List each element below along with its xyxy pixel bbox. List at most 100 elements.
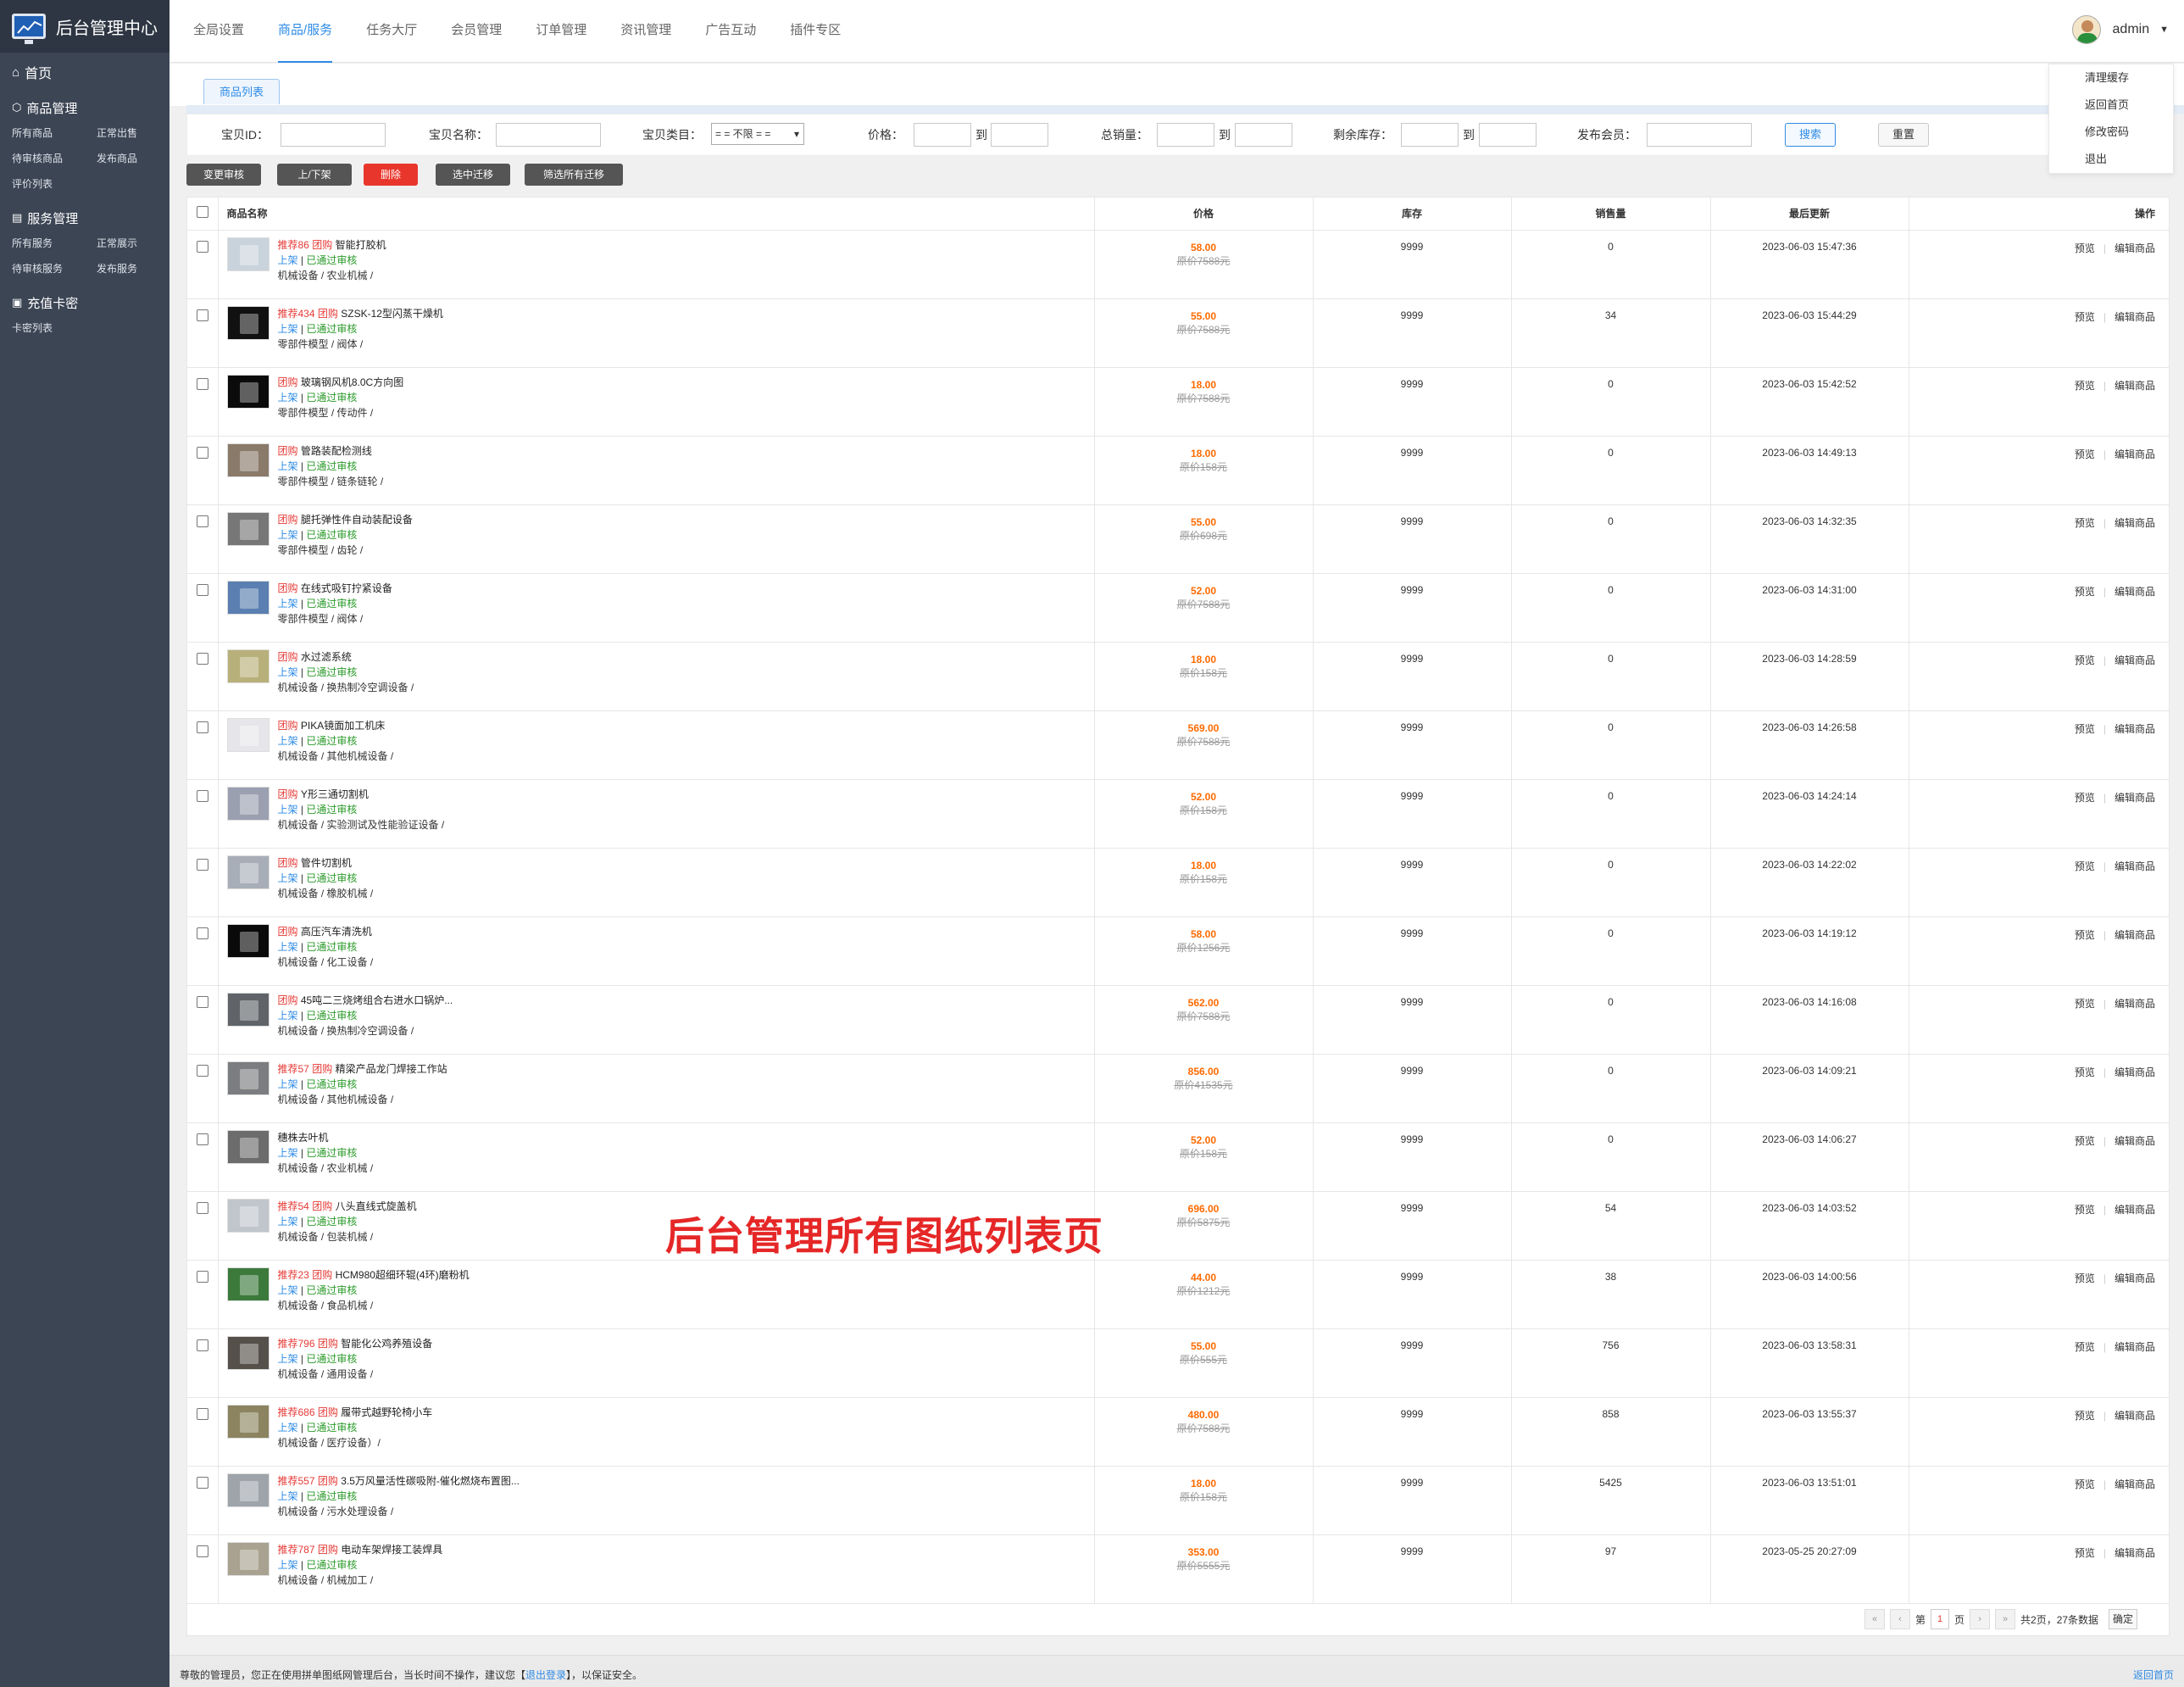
topnav-item[interactable]: 广告互动 [705, 0, 756, 63]
last-page-button[interactable]: » [1995, 1609, 2016, 1629]
sidebar-item[interactable]: 正常出售 [97, 120, 181, 146]
sidebar-item[interactable]: 评价列表 [12, 171, 97, 197]
sidebar-section-0[interactable]: ⬡ 商品管理 [0, 95, 169, 120]
product-name[interactable]: Y形三通切割机 [301, 788, 369, 800]
product-thumbnail[interactable] [226, 1198, 270, 1233]
delete-button[interactable]: 删除 [364, 164, 418, 186]
user-menu-item[interactable]: 修改密码 [2049, 119, 2173, 146]
sales-max-input[interactable] [1235, 123, 1292, 147]
sidebar-item[interactable]: 正常展示 [97, 231, 181, 256]
user-menu-item[interactable]: 返回首页 [2049, 92, 2173, 119]
on-shelf-label[interactable]: 上架 [278, 254, 298, 266]
on-shelf-label[interactable]: 上架 [278, 1216, 298, 1228]
product-name[interactable]: 45吨二三烧烤组合右进水口锅炉... [301, 994, 453, 1006]
topnav-item[interactable]: 商品/服务 [278, 0, 333, 63]
product-thumbnail[interactable] [226, 305, 270, 340]
name-input[interactable] [496, 123, 601, 147]
row-checkbox[interactable] [196, 858, 208, 871]
product-thumbnail[interactable] [226, 1267, 270, 1301]
product-thumbnail[interactable] [226, 374, 270, 409]
sidebar-item[interactable]: 所有服务 [12, 231, 97, 256]
row-checkbox[interactable] [196, 515, 208, 527]
on-shelf-label[interactable]: 上架 [278, 323, 298, 335]
product-name[interactable]: 3.5万风量活性碳吸附-催化燃烧布置图... [341, 1475, 520, 1487]
preview-link[interactable]: 预览 [2075, 792, 2095, 804]
price-min-input[interactable] [914, 123, 971, 147]
product-thumbnail[interactable] [226, 855, 270, 889]
product-thumbnail[interactable] [226, 1335, 270, 1370]
product-name[interactable]: PIKA镜面加工机床 [301, 720, 385, 732]
product-thumbnail[interactable] [226, 443, 270, 477]
product-name[interactable]: 智能打胶机 [336, 239, 386, 251]
row-checkbox[interactable] [196, 446, 208, 459]
row-checkbox[interactable] [196, 583, 208, 596]
tab-product-list[interactable]: 商品列表 [203, 79, 280, 104]
row-checkbox[interactable] [196, 1133, 208, 1145]
sidebar-item[interactable]: 卡密列表 [12, 315, 97, 341]
product-thumbnail[interactable] [226, 237, 270, 271]
caret-down-icon[interactable]: ▼ [2159, 25, 2169, 35]
reset-button[interactable]: 重置 [1878, 123, 1929, 147]
edit-link[interactable]: 编辑商品 [2115, 517, 2155, 529]
topnav-item[interactable]: 插件专区 [790, 0, 841, 63]
edit-link[interactable]: 编辑商品 [2115, 1341, 2155, 1353]
on-shelf-label[interactable]: 上架 [278, 1559, 298, 1571]
page-input[interactable]: 1 [1931, 1609, 1950, 1629]
edit-link[interactable]: 编辑商品 [2115, 1066, 2155, 1078]
row-checkbox[interactable] [196, 1270, 208, 1283]
row-checkbox[interactable] [196, 377, 208, 390]
user-menu[interactable]: admin ▼ [2071, 15, 2169, 44]
preview-link[interactable]: 预览 [2075, 1272, 2095, 1284]
edit-link[interactable]: 编辑商品 [2115, 1204, 2155, 1216]
edit-link[interactable]: 编辑商品 [2115, 1410, 2155, 1422]
product-thumbnail[interactable] [226, 786, 270, 821]
product-thumbnail[interactable] [226, 1129, 270, 1164]
on-shelf-label[interactable]: 上架 [278, 460, 298, 472]
user-name[interactable]: admin [2113, 22, 2150, 37]
product-name[interactable]: SZSK-12型闪蒸干燥机 [341, 308, 443, 320]
edit-link[interactable]: 编辑商品 [2115, 380, 2155, 392]
id-input[interactable] [281, 123, 386, 147]
user-menu-item[interactable]: 退出 [2049, 146, 2173, 173]
edit-link[interactable]: 编辑商品 [2115, 448, 2155, 460]
product-thumbnail[interactable] [226, 1404, 270, 1439]
row-checkbox[interactable] [196, 1201, 208, 1214]
product-name[interactable]: 水过滤系统 [301, 651, 352, 663]
edit-link[interactable]: 编辑商品 [2115, 792, 2155, 804]
preview-link[interactable]: 预览 [2075, 1204, 2095, 1216]
product-thumbnail[interactable] [226, 1473, 270, 1507]
on-shelf-label[interactable]: 上架 [278, 1010, 298, 1022]
edit-link[interactable]: 编辑商品 [2115, 1135, 2155, 1147]
product-thumbnail[interactable] [226, 1061, 270, 1095]
avatar[interactable] [2071, 15, 2101, 44]
row-checkbox[interactable] [196, 240, 208, 253]
preview-link[interactable]: 预览 [2075, 517, 2095, 529]
price-max-input[interactable] [991, 123, 1048, 147]
preview-link[interactable]: 预览 [2075, 1410, 2095, 1422]
edit-link[interactable]: 编辑商品 [2115, 723, 2155, 735]
stock-max-input[interactable] [1479, 123, 1537, 147]
product-name[interactable]: 高压汽车清洗机 [301, 926, 372, 938]
product-name[interactable]: 腿托弹性件自动装配设备 [301, 514, 413, 526]
product-name[interactable]: 穗株去叶机 [278, 1132, 329, 1144]
edit-link[interactable]: 编辑商品 [2115, 654, 2155, 666]
edit-link[interactable]: 编辑商品 [2115, 311, 2155, 323]
product-name[interactable]: HCM980超细环辊(4环)磨粉机 [336, 1269, 470, 1281]
on-shelf-label[interactable]: 上架 [278, 941, 298, 953]
on-shelf-label[interactable]: 上架 [278, 1490, 298, 1502]
edit-link[interactable]: 编辑商品 [2115, 929, 2155, 941]
prev-page-button[interactable]: ‹ [1890, 1609, 1910, 1629]
product-name[interactable]: 管件切割机 [301, 857, 352, 869]
preview-link[interactable]: 预览 [2075, 380, 2095, 392]
product-thumbnail[interactable] [226, 992, 270, 1027]
on-shelf-label[interactable]: 上架 [278, 735, 298, 747]
product-thumbnail[interactable] [226, 580, 270, 615]
edit-link[interactable]: 编辑商品 [2115, 1478, 2155, 1490]
sidebar-section-2[interactable]: ▣ 充值卡密 [0, 290, 169, 315]
on-shelf-label[interactable]: 上架 [278, 1422, 298, 1434]
select-all-checkbox[interactable] [196, 206, 208, 219]
row-checkbox[interactable] [196, 927, 208, 939]
edit-link[interactable]: 编辑商品 [2115, 586, 2155, 598]
preview-link[interactable]: 预览 [2075, 723, 2095, 735]
search-button[interactable]: 搜索 [1785, 123, 1836, 147]
